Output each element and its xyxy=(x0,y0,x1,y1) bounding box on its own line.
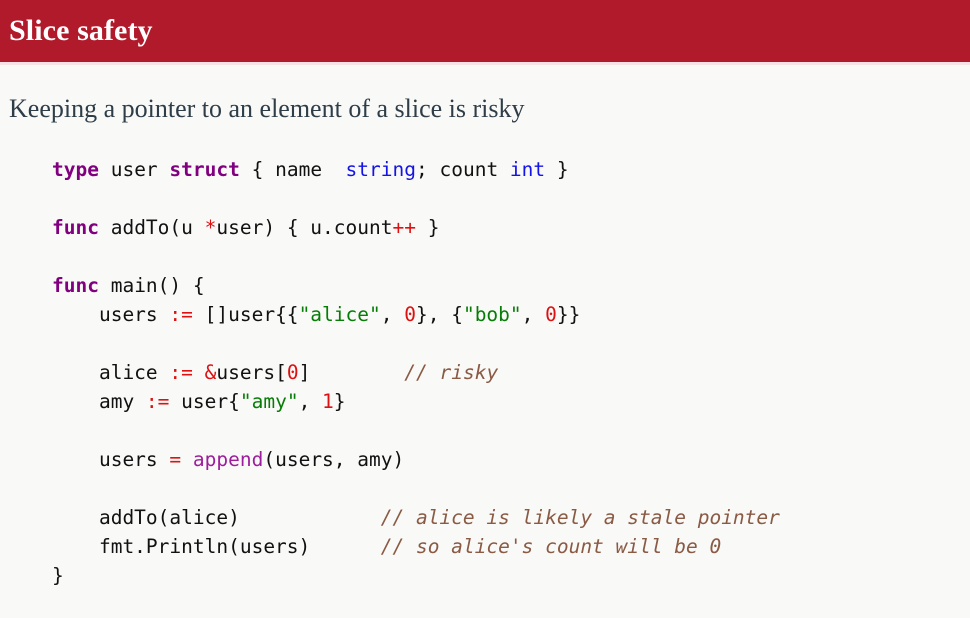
code-token-num: 1 xyxy=(322,390,334,413)
code-line: func main() { xyxy=(52,271,780,300)
code-line: type user struct { name string; count in… xyxy=(52,155,780,184)
code-token-pln xyxy=(310,361,404,384)
code-token-pln: } xyxy=(333,390,346,413)
code-token-pln: } xyxy=(545,158,569,181)
code-token-pln: users xyxy=(52,303,170,326)
lead-paragraph: Keeping a pointer to an element of a sli… xyxy=(9,94,525,123)
code-token-op: := xyxy=(145,390,170,413)
code-token-op: := xyxy=(169,303,193,326)
code-token-pln: , xyxy=(298,390,323,413)
code-token-kw: struct xyxy=(169,158,240,181)
slide-title-bar: Slice safety xyxy=(0,0,970,62)
code-token-cmt: // so alice's count will be 0 xyxy=(380,535,722,558)
code-line: fmt.Println(users) // so alice's count w… xyxy=(52,532,780,561)
code-line: amy := user{"amy", 1} xyxy=(52,387,780,416)
code-line: alice := &users[0] // risky xyxy=(52,358,780,387)
code-token-num: 0 xyxy=(545,303,557,326)
code-token-pln: }} xyxy=(556,303,581,326)
code-token-pln: user) { u.count xyxy=(216,216,393,239)
code-line: } xyxy=(52,561,780,590)
code-token-typ: string xyxy=(345,158,416,181)
code-token-pln xyxy=(193,361,205,384)
code-token-kw: func xyxy=(52,274,99,297)
code-token-pln xyxy=(240,506,381,529)
code-token-str: "alice" xyxy=(298,303,381,326)
code-token-kw: type xyxy=(52,158,99,181)
code-token-pln: } xyxy=(415,216,440,239)
code-token-pln: users[ xyxy=(216,361,287,384)
code-token-pln: []user{{ xyxy=(192,303,299,326)
code-token-op: := xyxy=(169,361,193,384)
code-block: type user struct { name string; count in… xyxy=(52,155,780,590)
code-token-pln: main() { xyxy=(98,274,205,297)
code-token-op: & xyxy=(204,361,217,384)
code-line: users := []user{{"alice", 0}, {"bob", 0}… xyxy=(52,300,780,329)
slide-content: Keeping a pointer to an element of a sli… xyxy=(0,65,970,618)
code-token-pln: , xyxy=(380,303,405,326)
code-token-kw: func xyxy=(52,216,99,239)
code-token-pln: }, { xyxy=(415,303,463,326)
code-token-op: = xyxy=(169,448,182,471)
code-token-pln: addTo(alice) xyxy=(52,506,240,529)
code-token-pln: addTo(u xyxy=(98,216,205,239)
code-token-pln xyxy=(181,448,193,471)
code-token-pln: { name xyxy=(239,158,346,181)
code-token-pln xyxy=(310,535,380,558)
code-token-pln: fmt.Println(users) xyxy=(52,535,311,558)
code-token-pln: user{ xyxy=(169,390,240,413)
code-token-typ: int xyxy=(509,158,546,181)
code-line: addTo(alice) // alice is likely a stale … xyxy=(52,503,780,532)
code-token-pln: ] xyxy=(298,361,311,384)
code-token-op: * xyxy=(204,216,217,239)
code-token-pln: ; count xyxy=(416,158,510,181)
code-token-str: "bob" xyxy=(462,303,522,326)
code-token-pln: amy xyxy=(52,390,146,413)
code-token-pln: alice xyxy=(52,361,170,384)
slide: Slice safety Keeping a pointer to an ele… xyxy=(0,0,970,618)
code-token-bi: append xyxy=(192,448,264,471)
code-token-pln: , xyxy=(521,303,546,326)
code-token-pln: users xyxy=(52,448,170,471)
code-token-pln: (users, amy) xyxy=(263,448,405,471)
code-token-num: 0 xyxy=(286,361,299,384)
code-token-op: ++ xyxy=(392,216,416,239)
code-token-pln: } xyxy=(52,564,64,587)
code-token-num: 0 xyxy=(404,303,416,326)
code-token-pln: user xyxy=(98,158,170,181)
code-token-cmt: // alice is likely a stale pointer xyxy=(380,506,780,529)
code-line: func addTo(u *user) { u.count++ } xyxy=(52,213,780,242)
page-title: Slice safety xyxy=(9,14,153,47)
code-token-str: "amy" xyxy=(239,390,299,413)
code-line: users = append(users, amy) xyxy=(52,445,780,474)
code-token-cmt: // risky xyxy=(404,361,499,384)
